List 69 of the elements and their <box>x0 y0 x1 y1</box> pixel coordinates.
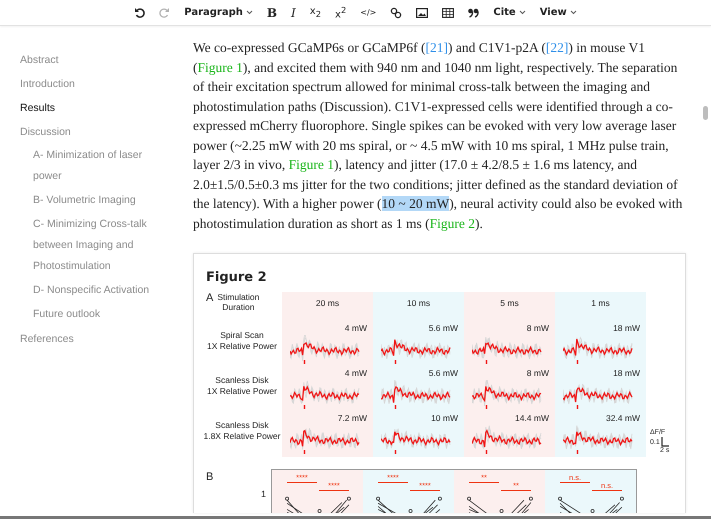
outline-link[interactable]: References <box>20 332 193 346</box>
panel-label: B <box>206 470 214 483</box>
scrollbar-thumb[interactable] <box>703 106 708 120</box>
trace-drawing <box>472 335 542 365</box>
redo-icon <box>159 7 170 18</box>
outline-link[interactable]: B- Volumetric Imaging <box>33 190 168 211</box>
power-label: 7.2 mW <box>338 413 367 423</box>
caret-icon <box>246 10 253 15</box>
figure-title: Figure 2 <box>206 270 268 285</box>
power-label: 4 mW <box>344 368 367 378</box>
format-button[interactable]: I <box>287 4 300 22</box>
outline-link[interactable]: C- Minimizing Cross-talk between Imaging and Photostimulation <box>33 214 168 277</box>
power-label: 4 mW <box>344 323 367 333</box>
figure-link[interactable]: Figure 2 <box>430 216 475 230</box>
selected-text: 10 ~ 20 mW <box>382 196 450 211</box>
column-header: 20 ms <box>282 292 373 322</box>
power-label: 14.4 mW <box>514 413 549 423</box>
quote-icon <box>468 8 480 18</box>
panel-label: A <box>206 292 214 304</box>
row-label: Scanless Disk 1.8X Relative Power <box>202 419 282 442</box>
figure-link[interactable]: Figure 1 <box>288 157 334 172</box>
column-header: 5 ms <box>464 292 555 322</box>
outline-link[interactable]: Abstract <box>20 53 193 67</box>
power-label: 18 mW <box>613 368 640 378</box>
format-button[interactable]: </> <box>356 6 380 19</box>
trace-drawing <box>563 425 633 455</box>
power-label: 8 mW <box>526 323 549 333</box>
row-label: Scanless Disk 1X Relative Power <box>206 374 278 398</box>
outline-link[interactable]: A- Minimization of laser power <box>33 145 168 187</box>
table-icon <box>442 8 454 18</box>
body-paragraph: We co-expressed GCaMP6s or GCaMP6f ([21]) and C1V1-p2A ([22]) in mouse V1 (Figure 1), and excited them with 940 nm and 1040 nm light, respectively. The separation of their excitation spectrum allowed for minimal cross-talk between the imaging and photostimulation paths (Discussion). C1V1-expressed cells were identified through a co-expressed mCherry fluorophore. Single spikes can be evoked with very low average laser power (~2.25 mW with 20 ms spiral, or ~ 4.5 mW with 10 ms spiral, 1 MHz pulse train, layer 2/3 in vivo, Figure 1), latency and jitter (17.0 ± 4.2/8.5 ± 1.6 ms latency, and 2.0±1.5/0.5±0.3 ms jitter for the two conditions; jitter defined as the standard deviation of the latency). With a higher power (10 ~ 20 mW), neural activity could also be evoked with photostimulation duration as short as 1 ms (Figure 2). <box>193 39 684 233</box>
trace-drawing <box>563 335 633 365</box>
trace-drawing <box>290 380 360 410</box>
axis-tick-label: 1 <box>261 489 268 499</box>
dropdown-button[interactable]: Paragraph <box>180 5 257 20</box>
power-label: 5.6 mW <box>428 368 458 378</box>
citation-link[interactable]: [21] <box>426 40 448 55</box>
trace-drawing <box>290 425 360 455</box>
citation-link[interactable]: [22] <box>546 40 568 55</box>
trace-drawing <box>290 335 360 365</box>
power-label: 5.6 mW <box>428 323 458 333</box>
column-header: 1 ms <box>555 292 646 322</box>
outline-link[interactable]: Results <box>20 101 193 115</box>
caret-icon <box>518 10 526 15</box>
outline-link[interactable]: D- Nonspecific Activation <box>33 280 168 301</box>
outline-link[interactable]: Future outlook <box>33 304 168 325</box>
format-button[interactable]: B <box>262 4 282 22</box>
row-header: Stimulation Duration <box>217 292 260 312</box>
scale-bar-icon <box>660 437 669 447</box>
trace-drawing <box>381 380 451 410</box>
dropdown-button[interactable]: Cite <box>489 5 530 20</box>
undo-icon <box>134 7 146 18</box>
outline-link[interactable]: Introduction <box>20 77 193 91</box>
power-label: 32.4 mW <box>606 413 640 423</box>
trace-drawing <box>472 425 542 455</box>
caret-icon <box>570 10 577 15</box>
figure-link[interactable]: Figure 1 <box>198 60 243 74</box>
trace-drawing <box>472 380 542 410</box>
link-icon <box>390 6 402 18</box>
outline-link[interactable]: Discussion <box>20 125 193 139</box>
dropdown-button[interactable]: View <box>536 5 581 20</box>
format-button[interactable]: x$_{2}$ <box>306 4 326 21</box>
power-label: 18 mW <box>613 323 640 333</box>
power-label: 8 mW <box>526 368 549 378</box>
image-icon <box>416 8 428 18</box>
row-label: Spiral Scan 1X Relative Power <box>206 329 278 352</box>
column-header: 10 ms <box>373 292 464 322</box>
format-button[interactable]: x$^{2}$ <box>331 2 350 22</box>
power-label: 10 mW <box>431 413 458 423</box>
